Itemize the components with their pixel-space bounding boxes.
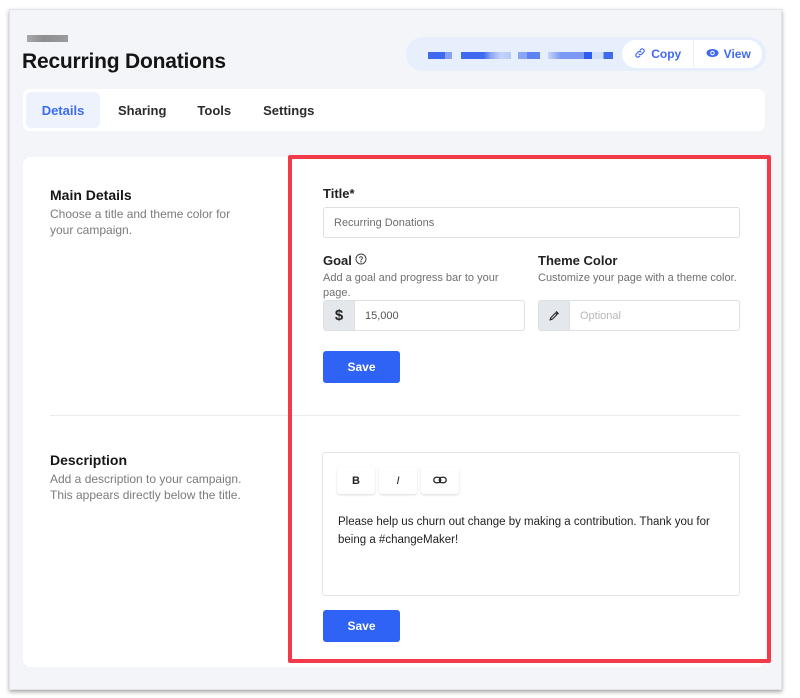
url-redacted — [548, 52, 613, 59]
link-icon — [634, 47, 646, 62]
tab-settings[interactable]: Settings — [246, 92, 329, 128]
copy-link-button[interactable]: Copy — [622, 40, 695, 68]
description-heading: Description — [50, 452, 128, 468]
tab-bar: Details Sharing Tools Settings — [23, 89, 765, 131]
tab-details[interactable]: Details — [26, 92, 100, 128]
tab-tools[interactable]: Tools — [181, 92, 246, 128]
copy-label: Copy — [651, 47, 682, 61]
main-details-heading: Main Details — [50, 187, 132, 203]
url-actions: Copy View — [622, 40, 762, 68]
eye-icon — [706, 47, 719, 61]
highlight-annotation — [288, 155, 771, 663]
breadcrumb-redacted — [27, 35, 68, 42]
page-title: Recurring Donations — [22, 50, 226, 73]
url-redacted — [518, 52, 540, 59]
description-description: Add a description to your campaign. This… — [50, 472, 242, 502]
view-page-button[interactable]: View — [694, 40, 762, 68]
url-redacted — [428, 52, 452, 59]
tab-sharing[interactable]: Sharing — [100, 92, 181, 128]
url-redacted — [461, 52, 511, 59]
main-details-description: Choose a title and theme color for your … — [50, 207, 231, 237]
view-label: View — [723, 47, 751, 61]
